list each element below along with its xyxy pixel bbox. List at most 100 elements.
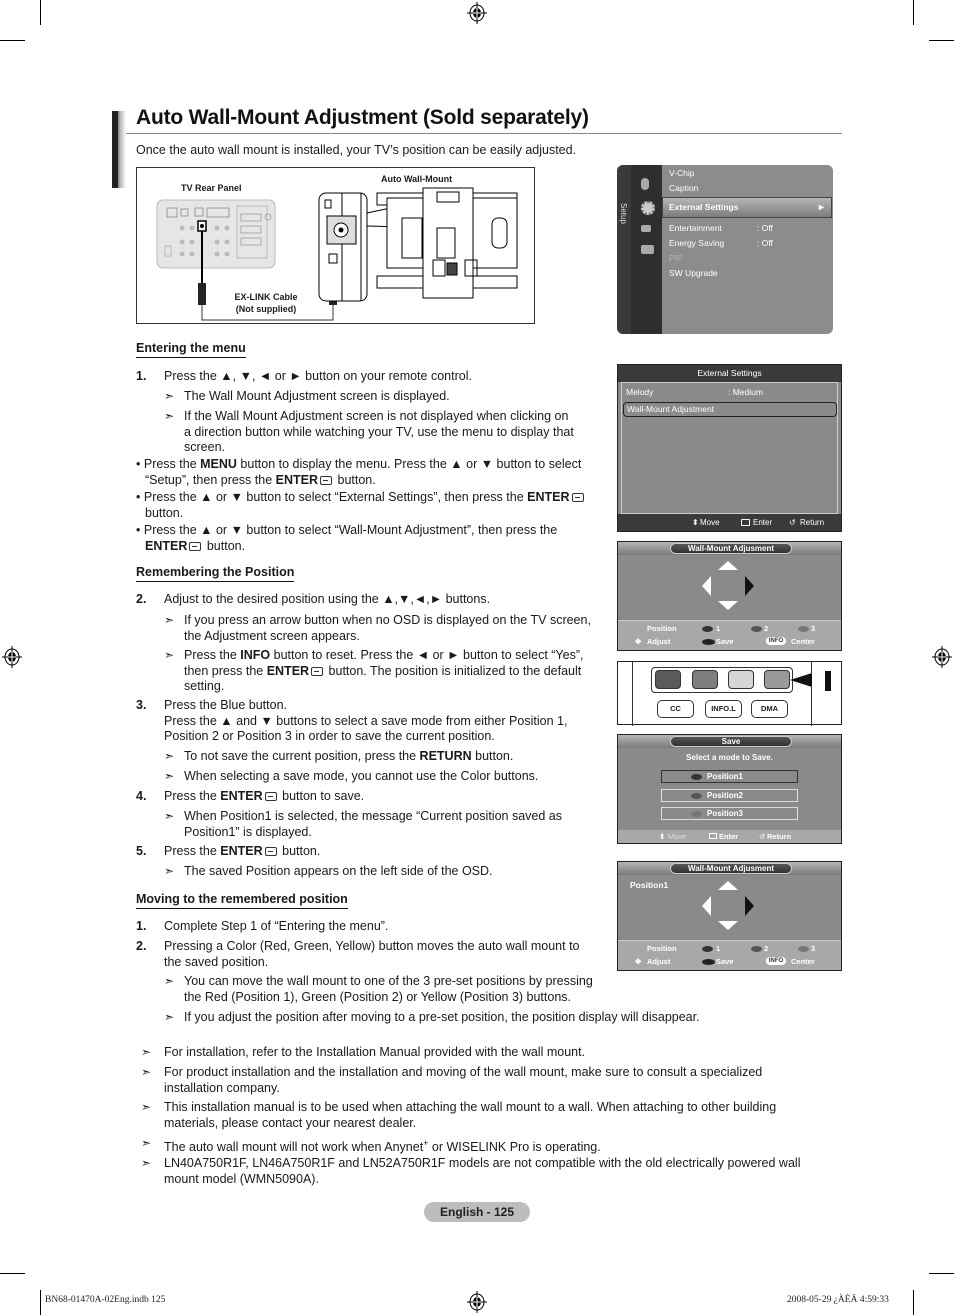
down-arrow-icon[interactable] [718, 921, 738, 930]
yellow-button[interactable] [728, 670, 754, 689]
save-option-position3[interactable]: Position3 [661, 807, 798, 820]
note-arrow-icon: ➣ [164, 389, 175, 403]
intro-text: Once the auto wall mount is installed, y… [136, 143, 577, 157]
yellow-dot-icon [798, 626, 809, 632]
move-icon: ⬍ [659, 832, 666, 841]
note-text: If you press an arrow button when no OSD… [184, 613, 591, 643]
setup-menu-osd: Setup V-Chip Caption External Settings ►… [617, 165, 833, 334]
adjust-hint: Adjust [647, 957, 671, 966]
crop-mark [40, 0, 41, 25]
crop-mark [0, 40, 25, 41]
adjust-hint: Adjust [647, 637, 671, 646]
enter-icon [571, 493, 584, 502]
osd-legend: Position 1 2 3 ✥ Adjust Save INFO Center [618, 620, 841, 650]
position-1: 1 [716, 944, 721, 953]
right-arrow-icon[interactable] [745, 896, 754, 916]
osd-header: Wall-Mount Adjusment [670, 543, 792, 554]
crop-mark [929, 40, 954, 41]
position-1: 1 [716, 624, 721, 633]
dma-button[interactable]: DMA [751, 700, 788, 718]
note-arrow-icon: ➣ [141, 1156, 152, 1170]
step-number: 3. [136, 698, 147, 712]
note-text: If the Wall Mount Adjustment screen is n… [184, 409, 574, 454]
step-text: Complete Step 1 of “Entering the menu”. [164, 919, 389, 933]
save-hint: Save [716, 637, 734, 646]
osd-header: Wall-Mount Adjusment [670, 863, 792, 874]
save-option-position2[interactable]: Position2 [661, 789, 798, 802]
step-text: Press the ENTER button to save. [164, 789, 365, 803]
left-arrow-icon[interactable] [702, 576, 711, 596]
green-button[interactable] [692, 670, 718, 689]
section-heading-moving: Moving to the remembered position [136, 892, 348, 909]
entertainment-value: : Off [757, 223, 773, 233]
menu-item-wall-mount-adjustment[interactable]: Wall-Mount Adjustment [623, 402, 837, 417]
menu-item-entertainment[interactable]: Entertainment [669, 223, 722, 233]
pointer-bar [825, 671, 831, 691]
picture-icon [641, 245, 654, 254]
center-hint: Center [791, 637, 815, 646]
diagram-illustration [156, 187, 518, 321]
note-arrow-icon: ➣ [164, 1010, 175, 1024]
page-number: English - 125 [424, 1202, 530, 1222]
note-text: When selecting a save mode, you cannot u… [184, 769, 539, 783]
move-hint: Move [700, 518, 720, 527]
menu-item-sw-upgrade[interactable]: SW Upgrade [669, 268, 718, 278]
menu-item-pip: PIP [669, 253, 683, 263]
yellow-dot-icon [691, 811, 702, 817]
print-slug-date: 2008-05-29 ¿ÀÈÄ 4:59:33 [787, 1295, 889, 1305]
left-arrow-icon[interactable] [702, 896, 711, 916]
menu-item-external-settings[interactable]: External Settings [669, 202, 738, 212]
save-hint: Save [716, 957, 734, 966]
note-text: You can move the wall mount to one of th… [184, 974, 593, 1004]
step-number: 2. [136, 939, 147, 953]
info-button[interactable]: INFO.L [705, 700, 742, 718]
energy-saving-value: : Off [757, 238, 773, 248]
red-dot-icon [702, 946, 713, 952]
note-text: If you adjust the position after moving … [184, 1010, 700, 1024]
remote-control-illustration: CC INFO.L DMA [617, 661, 842, 726]
menu-item-melody[interactable]: Melody [626, 387, 653, 397]
note-arrow-icon: ➣ [141, 1100, 152, 1114]
adjust-icon: ✥ [635, 637, 642, 646]
note-arrow-icon: ➣ [141, 1045, 152, 1059]
note-text: Press the INFO button to reset. Press th… [184, 648, 584, 693]
cc-button[interactable]: CC [657, 700, 694, 718]
crop-mark [40, 1290, 41, 1315]
return-hint: Return [800, 518, 825, 527]
step-number: 5. [136, 844, 147, 858]
section-heading-entering: Entering the menu [136, 341, 246, 358]
enter-icon [709, 833, 717, 839]
position-label: Position [647, 624, 677, 633]
note-arrow-icon: ➣ [141, 1136, 152, 1150]
submenu-arrow-icon: ► [817, 202, 826, 212]
general-note: The auto wall mount will not work when A… [164, 1138, 601, 1155]
osd-legend: Position 1 2 3 ✥ Adjust Save INFO Center [618, 940, 841, 970]
menu-item-energy-saving[interactable]: Energy Saving [669, 238, 724, 248]
registration-mark-icon [2, 646, 22, 668]
melody-value: : Medium [728, 387, 763, 397]
enter-icon [311, 666, 324, 676]
input-icon [641, 225, 651, 232]
up-arrow-icon[interactable] [718, 881, 738, 890]
red-button[interactable] [655, 670, 681, 689]
down-arrow-icon[interactable] [718, 601, 738, 610]
right-arrow-icon[interactable] [745, 576, 754, 596]
menu-item-vchip[interactable]: V-Chip [669, 168, 695, 178]
menu-item-caption[interactable]: Caption [669, 183, 698, 193]
note-arrow-icon: ➣ [164, 974, 175, 988]
blue-button[interactable] [764, 670, 790, 689]
save-option-position1[interactable]: Position1 [661, 770, 798, 783]
yellow-dot-icon [798, 946, 809, 952]
position-2: 2 [764, 624, 769, 633]
up-arrow-icon[interactable] [718, 561, 738, 570]
note-arrow-icon: ➣ [164, 409, 175, 423]
connection-diagram: TV Rear Panel Auto Wall-Mount EX-LINK Ca… [136, 167, 535, 324]
note-arrow-icon: ➣ [164, 769, 175, 783]
enter-icon [264, 847, 277, 856]
bullet-text: • Press the MENU button to display the m… [136, 457, 582, 487]
position-label: Position [647, 944, 677, 953]
crop-mark [0, 1273, 25, 1274]
osd-footer: ⬍ Move Enter ↺ Return [618, 514, 841, 531]
saved-position-label: Position1 [630, 880, 669, 890]
sound-icon [641, 178, 649, 190]
